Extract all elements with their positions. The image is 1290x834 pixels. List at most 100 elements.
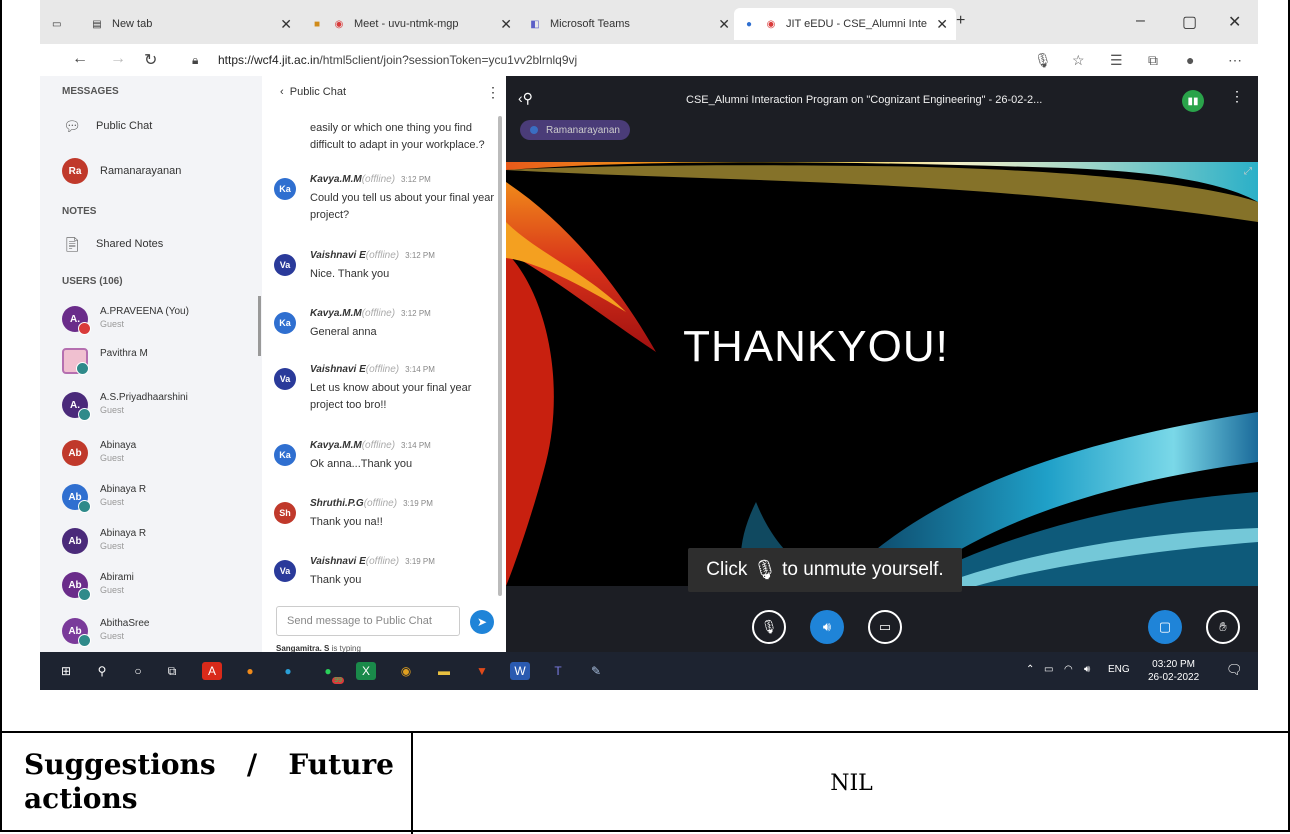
user-list-item[interactable]: Ab Abirami Guest [62, 572, 134, 601]
avatar: Ab [62, 528, 88, 554]
excel-icon[interactable]: X [356, 662, 376, 680]
presentation-button[interactable]: ▢ [1148, 610, 1182, 644]
send-icon: ➤ [476, 615, 488, 629]
connection-status-icon[interactable]: ▮▮ [1182, 90, 1204, 112]
refresh-icon[interactable]: ↻ [144, 50, 157, 70]
tab-teams[interactable]: ◧ Microsoft Teams ✕ [528, 8, 738, 40]
windows-start-icon[interactable]: ⊞ [56, 662, 76, 680]
cortana-icon[interactable]: ○ [128, 662, 148, 680]
camera-button[interactable]: ▭ [868, 610, 902, 644]
battery-icon[interactable]: ▭ [1044, 664, 1053, 675]
tab-jit-eedu[interactable]: ● ◉ JIT eEDU - CSE_Alumni Inte ✕ [734, 8, 956, 40]
back-icon[interactable]: ← [72, 50, 88, 68]
slide-title: THANKYOU! [683, 322, 949, 371]
mic-permission-icon[interactable]: 🎙︎ [1034, 52, 1052, 69]
paint-icon[interactable]: ✎ [586, 662, 606, 680]
audio-button[interactable]: 🔊︎ [810, 610, 844, 644]
browser-tab-bar: ▭ ▤ New tab ✕ ■ ◉ Meet - uvu-ntmk-mgp ✕ … [40, 0, 1258, 44]
collections-icon[interactable]: ⧉ [1148, 52, 1158, 69]
meeting-title: CSE_Alumni Interaction Program on "Cogni… [686, 94, 1043, 106]
file-explorer-icon[interactable]: ▬ [434, 662, 454, 680]
options-menu-icon[interactable]: ⋮ [1230, 88, 1244, 105]
shared-notes-item[interactable]: 📄︎ Shared Notes [62, 234, 163, 254]
unmute-button[interactable]: 🎙︎ [752, 610, 786, 644]
chrome-icon[interactable]: ◉ [396, 662, 416, 680]
avatar: Va [274, 368, 296, 390]
windows-taskbar: ⊞ ⚲ ○ ⧉ A ● ● ● 99 X ◉ ▬ ▼ W T ✎ ⌃ ▭ ◠ 🔊︎… [40, 652, 1258, 690]
notes-icon: 📄︎ [63, 235, 81, 252]
system-clock[interactable]: 03:20 PM 26-02-2022 [1148, 658, 1199, 684]
new-tab-plus-icon[interactable]: + [956, 12, 965, 30]
camera-off-icon: ▭ [878, 619, 892, 634]
task-view-icon[interactable]: ⧉ [162, 662, 182, 680]
firefox-icon[interactable]: ● [240, 662, 260, 680]
user-list-item[interactable]: Ab Abinaya R Guest [62, 528, 146, 554]
fullscreen-icon[interactable]: ⤢ [1244, 166, 1252, 177]
favorite-icon[interactable]: ☆ [1072, 52, 1085, 69]
user-list-scrollbar[interactable] [258, 296, 261, 356]
avatar: Ka [274, 444, 296, 466]
suggestions-label: Suggestions / Future actions [24, 748, 394, 815]
forward-icon[interactable]: → [110, 50, 126, 68]
user-list-item[interactable]: Ab AbithaSree Guest [62, 618, 149, 647]
chat-options-icon[interactable]: ⋮ [486, 84, 500, 101]
users-heading: USERS (106) [62, 276, 123, 287]
restore-icon[interactable]: ▢ [1182, 12, 1197, 32]
tab-meet[interactable]: ■ ◉ Meet - uvu-ntmk-mgp ✕ [310, 8, 520, 40]
acrobat-icon[interactable]: A [202, 662, 222, 680]
wifi-icon[interactable]: ◠ [1064, 664, 1073, 675]
close-icon[interactable]: ✕ [280, 16, 292, 33]
user-list-item[interactable]: Ab Abinaya R Guest [62, 484, 146, 513]
avatar: Sh [274, 502, 296, 524]
muted-mic-icon: 🎙︎ [760, 619, 778, 634]
public-chat-item[interactable]: 💬︎ Public Chat [62, 116, 152, 136]
whatsapp-icon[interactable]: ● 99 [318, 662, 344, 684]
search-icon[interactable]: ⚲ [92, 662, 112, 680]
audio-badge-icon [78, 500, 91, 513]
audio-badge-icon [76, 362, 89, 375]
avatar: Ab [62, 440, 88, 466]
chat-back-button[interactable]: ‹ Public Chat [280, 86, 346, 98]
muted-mic-icon: 🎙︎ [752, 560, 777, 581]
app-icon[interactable]: ▼ [472, 662, 492, 680]
presentation-area: ‹⚲ CSE_Alumni Interaction Program on "Co… [506, 76, 1258, 662]
new-tab-icon: ▤ [92, 18, 102, 30]
tab-new-tab[interactable]: ▤ New tab ✕ [90, 8, 300, 40]
close-icon[interactable]: ✕ [718, 16, 730, 33]
edge-icon[interactable]: ● [278, 662, 298, 680]
teams-icon: ◧ [530, 18, 540, 30]
teams-icon[interactable]: T [548, 662, 568, 680]
close-icon[interactable]: ✕ [500, 16, 512, 33]
private-chat-item[interactable]: Ra Ramanarayanan [62, 158, 181, 184]
chat-bubble-icon: 💬︎ [63, 117, 81, 134]
audio-badge-icon [78, 634, 91, 647]
word-icon[interactable]: W [510, 662, 530, 680]
send-button[interactable]: ➤ [470, 610, 494, 634]
user-list-item[interactable]: A. A.S.Priyadhaarshini Guest [62, 392, 188, 421]
chat-message-input[interactable]: Send message to Public Chat [276, 606, 460, 636]
chat-scrollbar[interactable] [498, 116, 502, 596]
user-list-item[interactable]: Pavithra M [62, 348, 148, 375]
muted-badge-icon [78, 322, 91, 335]
volume-icon[interactable]: 🔊︎ [1084, 664, 1090, 675]
more-icon[interactable]: ⋯ [1228, 52, 1242, 69]
recording-icon: ◉ [334, 18, 344, 30]
minimize-icon[interactable]: – [1136, 12, 1145, 30]
url-field[interactable]: https://wcf4.jit.ac.in/html5client/join?… [218, 53, 577, 67]
language-indicator[interactable]: ENG [1108, 664, 1130, 675]
toggle-userlist-icon[interactable]: ‹⚲ [518, 90, 533, 107]
tab-actions-icon[interactable]: ▭ [52, 8, 68, 40]
window-close-icon[interactable]: ✕ [1228, 12, 1241, 32]
screen-icon: ▢ [1158, 619, 1172, 634]
favorites-list-icon[interactable]: ☰ [1110, 52, 1123, 69]
user-photo-avatar [62, 348, 89, 375]
close-icon[interactable]: ✕ [936, 16, 948, 33]
profile-icon[interactable]: ● [1186, 52, 1194, 68]
user-list-item[interactable]: A. A.PRAVEENA (You) Guest [62, 306, 189, 335]
avatar: Ka [274, 312, 296, 334]
audio-badge-icon [78, 408, 91, 421]
notification-icon[interactable]: 🗨︎ [1226, 662, 1243, 678]
user-list-item[interactable]: Ab Abinaya Guest [62, 440, 136, 466]
tray-chevron-icon[interactable]: ⌃ [1026, 664, 1034, 675]
raise-hand-button[interactable]: ✋︎ [1206, 610, 1240, 644]
